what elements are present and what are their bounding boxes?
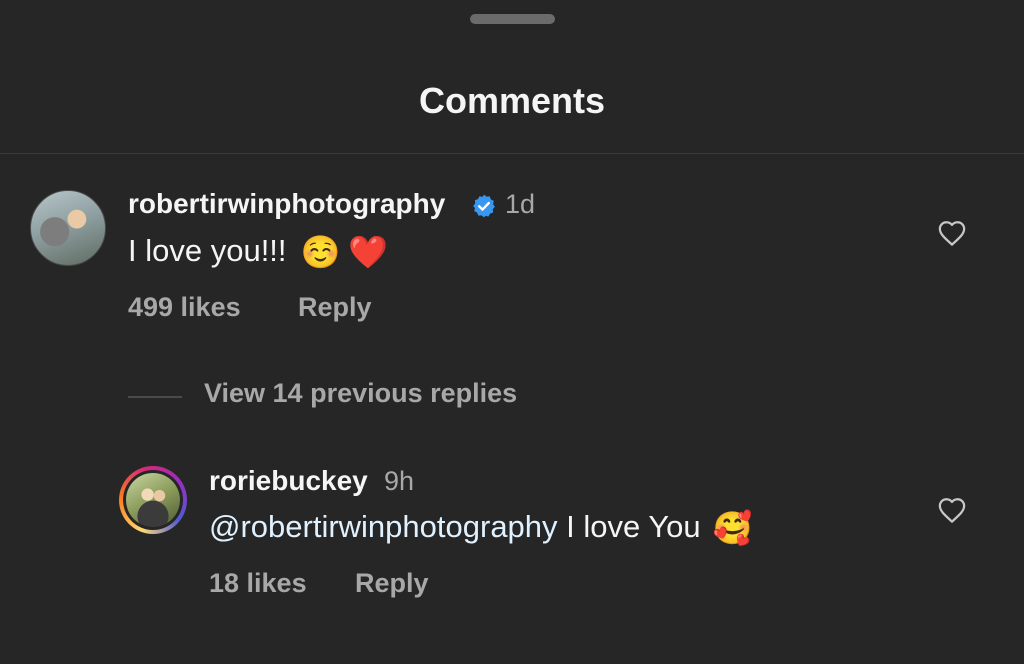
story-ring-avatar[interactable]	[119, 466, 187, 534]
comments-sheet: Comments robertirwinphotography 1d I lov…	[0, 0, 1024, 664]
drag-handle[interactable]	[470, 14, 555, 24]
view-previous-replies-button[interactable]: View 14 previous replies	[204, 378, 517, 409]
reply-reply-button[interactable]: Reply	[355, 568, 429, 599]
reply-username[interactable]: roriebuckey	[209, 465, 368, 497]
comment-likes-count[interactable]: 499 likes	[128, 292, 241, 323]
reply-likes-count[interactable]: 18 likes	[209, 568, 307, 599]
smiling-face-with-hearts-emoji: 🥰	[712, 510, 753, 546]
comment-timestamp: 1d	[505, 189, 536, 219]
verified-badge-icon	[473, 194, 495, 218]
reply-body: @robertirwinphotography I love You 🥰	[209, 509, 752, 545]
avatar-ring-gap	[123, 470, 183, 530]
comment-body: I love you!!! ☺️ ❤️	[128, 233, 388, 269]
reply-mention-link[interactable]: @robertirwinphotography	[209, 509, 558, 544]
heart-outline-icon[interactable]	[937, 496, 967, 524]
comment-reply-button[interactable]: Reply	[298, 292, 372, 323]
replies-divider-line	[128, 396, 182, 398]
reply-timestamp: 9h	[384, 466, 415, 496]
sheet-title: Comments	[418, 80, 606, 121]
heart-outline-icon[interactable]	[937, 219, 967, 247]
red-heart-emoji: ❤️	[348, 234, 389, 270]
avatar	[126, 473, 180, 527]
header-divider	[0, 153, 1024, 154]
comment-text: I love you!!!	[128, 233, 287, 268]
smiling-face-emoji: ☺️	[300, 234, 341, 270]
comment-username[interactable]: robertirwinphotography	[128, 188, 445, 220]
reply-text: I love You	[566, 509, 701, 544]
avatar[interactable]	[30, 190, 106, 266]
